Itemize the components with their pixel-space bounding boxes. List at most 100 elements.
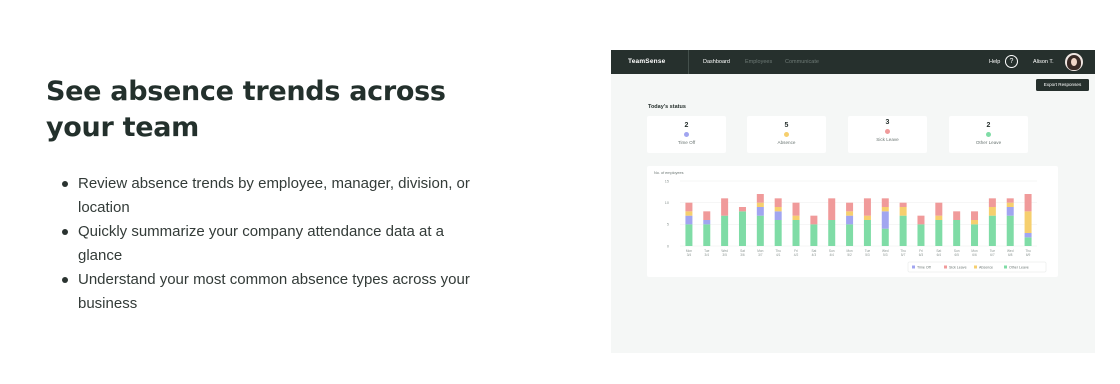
bar-segment xyxy=(810,224,818,246)
bar-segment xyxy=(703,220,711,225)
bar-segment xyxy=(1024,237,1032,246)
y-tick-label: 5 xyxy=(667,223,669,227)
bar-segment xyxy=(988,215,996,246)
bar-segment xyxy=(703,211,711,220)
bar-segment xyxy=(685,224,693,246)
x-tick-label: 6/9 xyxy=(1026,253,1031,257)
bar-segment xyxy=(1006,198,1014,203)
bar-segment xyxy=(988,207,996,216)
x-tick-label: 5/7 xyxy=(901,253,906,257)
status-label: Sick Leave xyxy=(876,137,899,142)
question-icon[interactable]: ? xyxy=(1005,55,1018,68)
status-card-sick-leave[interactable]: 3 Sick Leave xyxy=(848,116,927,153)
teamsense-logo[interactable]: TeamSense xyxy=(628,58,665,65)
y-axis-label: No. of employees xyxy=(654,171,684,175)
bar-segment xyxy=(846,202,854,212)
dashboard-screenshot: TeamSense Dashboard Employees Communicat… xyxy=(611,50,1095,353)
feature-item: Understand your most common absence type… xyxy=(60,268,470,316)
bar-segment xyxy=(899,202,907,207)
x-tick-label: 6/8 xyxy=(1008,253,1013,257)
status-card-absence[interactable]: 5 Absence xyxy=(747,116,826,153)
legend-label: Time Off xyxy=(917,265,931,269)
status-label: Time Off xyxy=(677,140,696,145)
status-card-time-off[interactable]: 2 Time Off xyxy=(647,116,726,153)
x-tick-label: 6/6 xyxy=(972,253,977,257)
bar-segment xyxy=(899,215,907,246)
status-count: 5 xyxy=(784,122,789,129)
x-tick-label: 6/7 xyxy=(990,253,995,257)
x-tick-label: 3/6 xyxy=(740,253,745,257)
feature-list: Review absence trends by employee, manag… xyxy=(60,172,470,316)
nav-tab-communicate[interactable]: Communicate xyxy=(785,59,819,65)
bar-segment xyxy=(1024,211,1032,233)
bar-segment xyxy=(917,224,925,246)
bar-segment xyxy=(703,224,711,246)
bar-segment xyxy=(774,211,782,220)
top-nav: TeamSense Dashboard Employees Communicat… xyxy=(611,50,1095,74)
export-responses-button[interactable]: Export Responses xyxy=(1036,79,1089,91)
bar-segment xyxy=(935,202,943,216)
help-link[interactable]: Help xyxy=(989,59,1000,65)
section-title: See absence trends across your team xyxy=(46,76,446,143)
bar-segment xyxy=(721,215,729,246)
bar-segment xyxy=(846,224,854,246)
status-count: 2 xyxy=(986,122,991,129)
bar-segment xyxy=(953,211,961,220)
bar-segment xyxy=(792,220,800,246)
nav-tab-dashboard[interactable]: Dashboard xyxy=(703,59,730,65)
bar-segment xyxy=(756,215,764,246)
x-tick-label: 4/2 xyxy=(794,253,799,257)
bar-segment xyxy=(756,202,764,207)
bar-segment xyxy=(881,207,889,212)
bar-segment xyxy=(1006,207,1014,216)
bar-segment xyxy=(756,207,764,216)
bar-segment xyxy=(774,220,782,246)
status-dot xyxy=(885,129,890,134)
bar-segment xyxy=(935,215,943,220)
status-label: Absence xyxy=(777,140,796,145)
status-heading: Today's status xyxy=(648,104,686,110)
bar-segment xyxy=(774,198,782,207)
bar-segment xyxy=(863,220,871,246)
legend-swatch xyxy=(1004,265,1007,269)
legend-label: Sick Leave xyxy=(949,265,967,269)
bar-segment xyxy=(774,207,782,212)
feature-item: Quickly summarize your company attendanc… xyxy=(60,220,470,268)
x-tick-label: 4/1 xyxy=(776,253,781,257)
bar-segment xyxy=(917,215,925,225)
bar-segment xyxy=(899,207,907,216)
bar-segment xyxy=(863,215,871,220)
bar-segment xyxy=(685,215,693,225)
bar-segment xyxy=(1024,233,1032,238)
x-tick-label: 6/4 xyxy=(937,253,942,257)
legend-swatch xyxy=(974,265,977,269)
bar-segment xyxy=(792,202,800,216)
legend-swatch xyxy=(912,265,915,269)
bar-segment xyxy=(828,198,836,220)
x-tick-label: 3/7 xyxy=(758,253,763,257)
bar-segment xyxy=(685,211,693,216)
bar-segment xyxy=(738,211,746,246)
bar-segment xyxy=(756,194,764,203)
y-tick-label: 10 xyxy=(665,201,669,205)
bar-segment xyxy=(1006,215,1014,246)
user-name[interactable]: Alison T. xyxy=(1033,59,1054,65)
bar-segment xyxy=(846,211,854,216)
bar-segment xyxy=(685,202,693,212)
feature-item: Review absence trends by employee, manag… xyxy=(60,172,470,220)
bar-segment xyxy=(971,220,979,225)
bar-segment xyxy=(846,215,854,225)
status-card-other-leave[interactable]: 2 Other Leave xyxy=(949,116,1028,153)
bar-segment xyxy=(988,198,996,207)
x-tick-label: 5/3 xyxy=(883,253,888,257)
avatar[interactable] xyxy=(1065,53,1083,71)
nav-tab-employees[interactable]: Employees xyxy=(745,59,772,65)
status-label: Other Leave xyxy=(975,140,1002,145)
x-tick-label: 4/3 xyxy=(812,253,817,257)
bar-segment xyxy=(1006,202,1014,207)
y-tick-label: 0 xyxy=(667,244,669,248)
bar-segment xyxy=(792,215,800,220)
y-tick-label: 15 xyxy=(665,179,669,183)
status-dot xyxy=(986,132,991,137)
bar-segment xyxy=(1024,194,1032,212)
